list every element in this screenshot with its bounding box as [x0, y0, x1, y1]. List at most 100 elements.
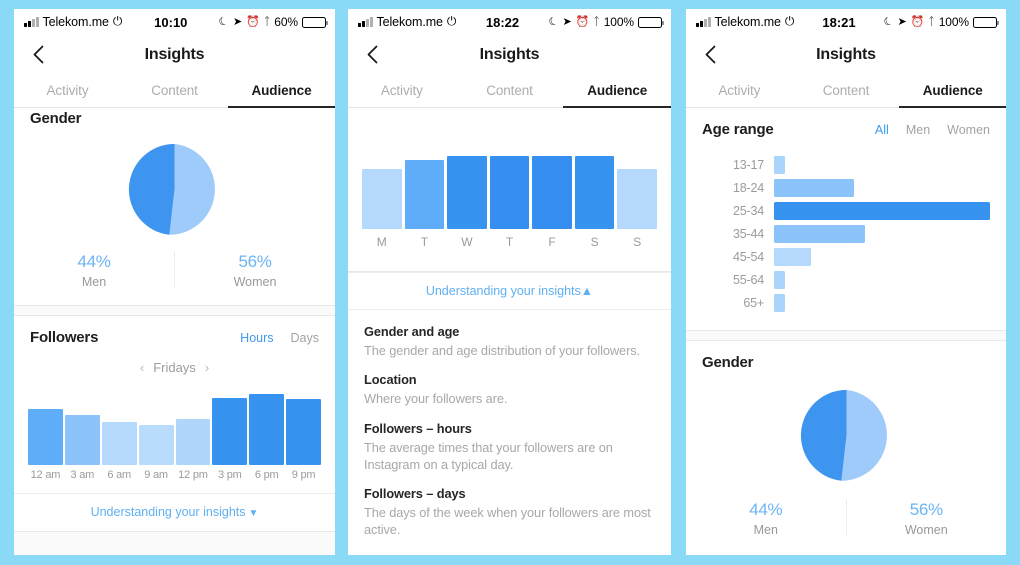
understanding-insights-label: Understanding your insights: [90, 505, 246, 519]
tab-activity[interactable]: Activity: [14, 74, 121, 107]
back-chevron-icon[interactable]: [27, 44, 49, 66]
bar: [617, 169, 658, 229]
signal-icon: [358, 17, 373, 27]
age-range-track: [774, 247, 990, 266]
clock-label: 10:10: [154, 14, 188, 30]
alarm-clock-icon: ⏰: [910, 15, 925, 28]
next-day-arrow-icon[interactable]: ›: [205, 360, 209, 375]
followers-hours-chart: [28, 389, 321, 465]
clock-label: 18:21: [822, 14, 856, 30]
axis-label: F: [548, 235, 556, 249]
status-left: Telekom.me ⏻: [358, 15, 456, 29]
followers-hours-axis: 12 am 3 am 6 am 9 am 12 pm 3 pm 6 pm 9 pm: [28, 469, 321, 481]
tab-content[interactable]: Content: [121, 74, 228, 107]
age-range-card: Age range All Men Women 13-17 18-24 25-34 3…: [686, 108, 1006, 331]
tab-content[interactable]: Content: [793, 74, 900, 107]
gender-legend: 44% Men 56% Women: [14, 252, 335, 305]
gender-card: Gender 44% Men 56% Women: [14, 108, 335, 306]
battery-icon: [973, 16, 1000, 28]
status-right: ☾ ➤ ⏰ ᛏ 100%: [546, 14, 665, 29]
scroll-content[interactable]: Age range All Men Women 13-17 18-24 25-34 3…: [686, 108, 1006, 555]
age-range-label: 13-17: [733, 157, 764, 172]
age-range-chart: 13-17 18-24 25-34 35-44 45-54 55-64 65+: [686, 138, 1006, 330]
tab-audience[interactable]: Audience: [563, 74, 671, 108]
segment-hours[interactable]: Hours: [240, 331, 273, 345]
bar: [286, 398, 321, 465]
gender-women-stat: 56% Women: [174, 252, 335, 289]
bar: [774, 178, 854, 197]
battery-percent-label: 100%: [938, 15, 969, 29]
age-filter-toggle: All Men Women: [875, 123, 990, 137]
carrier-label: Telekom.me: [714, 15, 781, 29]
axis-label: 6 am: [107, 469, 132, 481]
bluetooth-icon: ᛏ: [593, 15, 600, 28]
bar: [404, 160, 445, 229]
bar: [249, 393, 285, 465]
tab-audience[interactable]: Audience: [228, 74, 335, 108]
back-chevron-icon[interactable]: [361, 44, 383, 66]
moon-icon: ☾: [546, 14, 561, 29]
gender-men-stat: 44% Men: [14, 252, 174, 289]
tab-activity[interactable]: Activity: [686, 74, 793, 107]
tab-content[interactable]: Content: [456, 74, 564, 107]
location-arrow-icon: ➤: [562, 15, 572, 28]
bar: [774, 247, 811, 266]
scroll-content[interactable]: Gender 44% Men 56% Women Followers Hours…: [14, 108, 335, 555]
chevron-down-icon: ▼: [248, 508, 259, 519]
segment-days[interactable]: Days: [291, 331, 319, 345]
age-range-track: [774, 201, 990, 220]
age-filter-women[interactable]: Women: [947, 123, 990, 137]
location-arrow-icon: ➤: [897, 15, 907, 28]
axis-label: 9 am: [144, 469, 168, 481]
bar: [532, 156, 572, 229]
age-range-row: 65+: [698, 291, 990, 314]
page-title: Insights: [816, 45, 876, 63]
tab-activity[interactable]: Activity: [348, 74, 456, 107]
tab-audience[interactable]: Audience: [899, 74, 1006, 108]
pie-svg: [128, 143, 215, 235]
bar: [774, 270, 785, 289]
screenshot-stage: Telekom.me ⏻ 10:10 ☾ ➤ ⏰ ᛏ 60% Insights …: [0, 0, 1020, 565]
scroll-content[interactable]: M T W T F S S Understanding your insights▲ Gen…: [348, 108, 671, 555]
followers-days-chart: [362, 156, 658, 229]
signal-icon: [696, 17, 711, 27]
bar: [774, 155, 785, 174]
bluetooth-icon: ᛏ: [263, 15, 271, 28]
gender-legend: 44% Men 56% Women: [686, 500, 1006, 555]
wifi-icon: ⏻: [784, 14, 795, 28]
alarm-clock-icon: ⏰: [246, 15, 260, 28]
glossary-definition: The days of the week when your followers…: [364, 505, 651, 538]
nav-bar: Insights: [14, 35, 335, 74]
glossary-term: Location: [364, 372, 417, 388]
glossary-definition: Where your followers are.: [364, 391, 508, 407]
axis-label: M: [376, 235, 387, 249]
phone-screen-2: Telekom.me ⏻ 18:22 ☾ ➤ ⏰ ᛏ 100% Insights…: [348, 9, 671, 555]
moon-icon: ☾: [881, 14, 896, 29]
hours-days-toggle: Hours Days: [240, 331, 319, 345]
prev-day-arrow-icon[interactable]: ‹: [140, 360, 144, 375]
bar: [774, 201, 990, 220]
axis-label: 6 pm: [254, 469, 279, 481]
alarm-clock-icon: ⏰: [575, 15, 590, 28]
gender-card: Gender 44% Men 56% Women: [686, 340, 1006, 555]
men-percent: 44%: [77, 252, 111, 271]
age-filter-all[interactable]: All: [875, 123, 889, 137]
back-chevron-icon[interactable]: [699, 44, 721, 66]
glossary-item: Followers – hours The average times that…: [364, 421, 655, 474]
phone-screen-3: Telekom.me ⏻ 18:21 ☾ ➤ ⏰ ᛏ 100% Insights…: [686, 9, 1006, 555]
understanding-insights-link-1[interactable]: Understanding your insights ▼: [14, 493, 335, 531]
location-arrow-icon: ➤: [233, 15, 243, 28]
gender-card-title: Gender: [702, 354, 754, 371]
bar: [175, 419, 211, 465]
tab-bar: Activity Content Audience: [348, 74, 671, 108]
age-range-label: 18-24: [733, 180, 764, 195]
followers-card: Followers Hours Days ‹ Fridays › 12 am 3 …: [14, 315, 335, 532]
age-filter-men[interactable]: Men: [906, 123, 930, 137]
followers-card-title: Followers: [30, 329, 99, 346]
battery-icon: [638, 16, 665, 28]
glossary-term: Followers – hours: [364, 420, 472, 436]
chevron-up-icon: ▲: [580, 284, 594, 298]
bar: [574, 156, 615, 229]
age-range-row: 35-44: [698, 222, 990, 245]
understanding-insights-link-2[interactable]: Understanding your insights▲: [348, 272, 671, 310]
